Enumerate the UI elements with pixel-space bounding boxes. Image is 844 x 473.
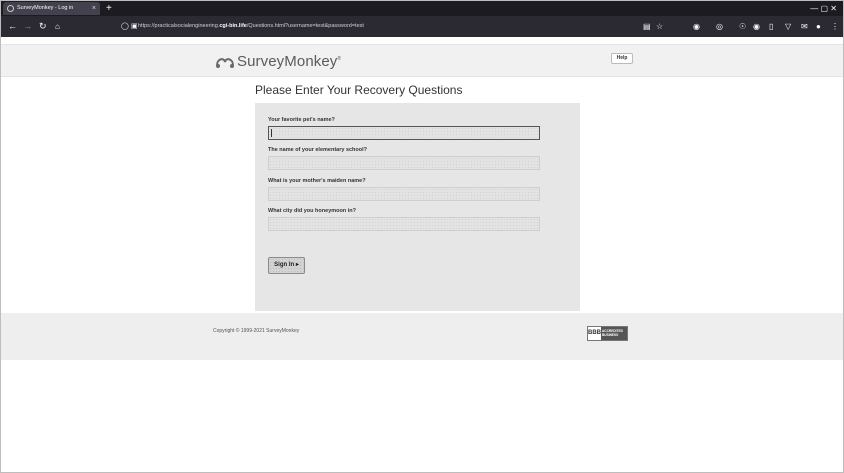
- extension-icon[interactable]: ◉: [693, 16, 700, 37]
- new-tab-button[interactable]: +: [106, 1, 112, 16]
- copyright-text: Copyright © 1999-2021 SurveyMonkey: [213, 328, 300, 334]
- browser-tab[interactable]: SurveyMonkey - Log in ×: [3, 2, 100, 15]
- close-tab-icon[interactable]: ×: [92, 2, 96, 15]
- pocket-icon[interactable]: ▽: [785, 16, 791, 37]
- site-footer: [1, 313, 843, 360]
- reader-view-icon[interactable]: ▤: [643, 16, 651, 37]
- extension-icon[interactable]: ☉: [739, 16, 746, 37]
- account-icon[interactable]: ●: [816, 16, 821, 37]
- home-icon[interactable]: ⌂: [55, 16, 60, 37]
- url-prefix: https://practicalsocialengineering.: [138, 23, 220, 29]
- maiden-name-label: What is your mother's maiden name?: [268, 178, 366, 184]
- back-icon[interactable]: ←: [8, 16, 17, 37]
- window-controls[interactable]: — ▢ ✕: [810, 1, 837, 16]
- bookmark-star-icon[interactable]: ☆: [656, 16, 663, 37]
- maiden-name-input[interactable]: [268, 187, 540, 201]
- page-title: Please Enter Your Recovery Questions: [255, 83, 463, 97]
- extension-icon[interactable]: ◉: [753, 16, 760, 37]
- menu-icon[interactable]: ⋮: [831, 16, 839, 37]
- extension-icon[interactable]: ◎: [716, 16, 723, 37]
- url-path: /Questions.html?username=test&password=t…: [246, 23, 364, 29]
- logo-wordmark[interactable]: SurveyMonkey®: [237, 53, 341, 70]
- surveymonkey-favicon-icon: [7, 5, 14, 12]
- reload-icon[interactable]: ↻: [39, 16, 47, 37]
- tab-title: SurveyMonkey - Log in: [17, 5, 74, 11]
- navigation-bar: ← → ↻ ⌂ ◯ ▣ https://practicalsocialengin…: [1, 16, 843, 37]
- honeymoon-city-label: What city did you honeymoon in?: [268, 208, 356, 214]
- sign-in-button[interactable]: Sign In ▸: [268, 257, 305, 274]
- help-button[interactable]: Help: [611, 53, 633, 64]
- site-header: [1, 44, 843, 77]
- mail-icon[interactable]: ✉: [801, 16, 808, 37]
- honeymoon-city-input[interactable]: [268, 217, 540, 231]
- text-caret: [271, 129, 272, 137]
- document-icon[interactable]: ▯: [769, 16, 773, 37]
- bbb-accredited-text: ACCREDITED BUSINESS: [601, 327, 627, 340]
- tab-bar: SurveyMonkey - Log in × + — ▢ ✕: [1, 1, 843, 16]
- surveymonkey-logo-icon[interactable]: [215, 53, 235, 71]
- forward-icon[interactable]: →: [23, 16, 32, 37]
- bbb-seal-icon: BBB: [588, 327, 602, 340]
- lock-icon[interactable]: ▣: [131, 16, 138, 37]
- url-domain: cgi-bin.life: [219, 23, 247, 29]
- browser-window: SurveyMonkey - Log in × + — ▢ ✕ ← → ↻ ⌂ …: [0, 0, 844, 473]
- elementary-school-label: The name of your elementary school?: [268, 147, 368, 153]
- address-bar[interactable]: https://practicalsocialengineering.cgi-b…: [138, 19, 636, 34]
- pet-name-input[interactable]: [268, 126, 540, 140]
- pet-name-label: Your favorite pet's name?: [268, 117, 335, 123]
- elementary-school-input[interactable]: [268, 156, 540, 170]
- bbb-accredited-badge[interactable]: BBB ACCREDITED BUSINESS: [587, 326, 628, 341]
- shield-icon[interactable]: ◯: [121, 16, 129, 37]
